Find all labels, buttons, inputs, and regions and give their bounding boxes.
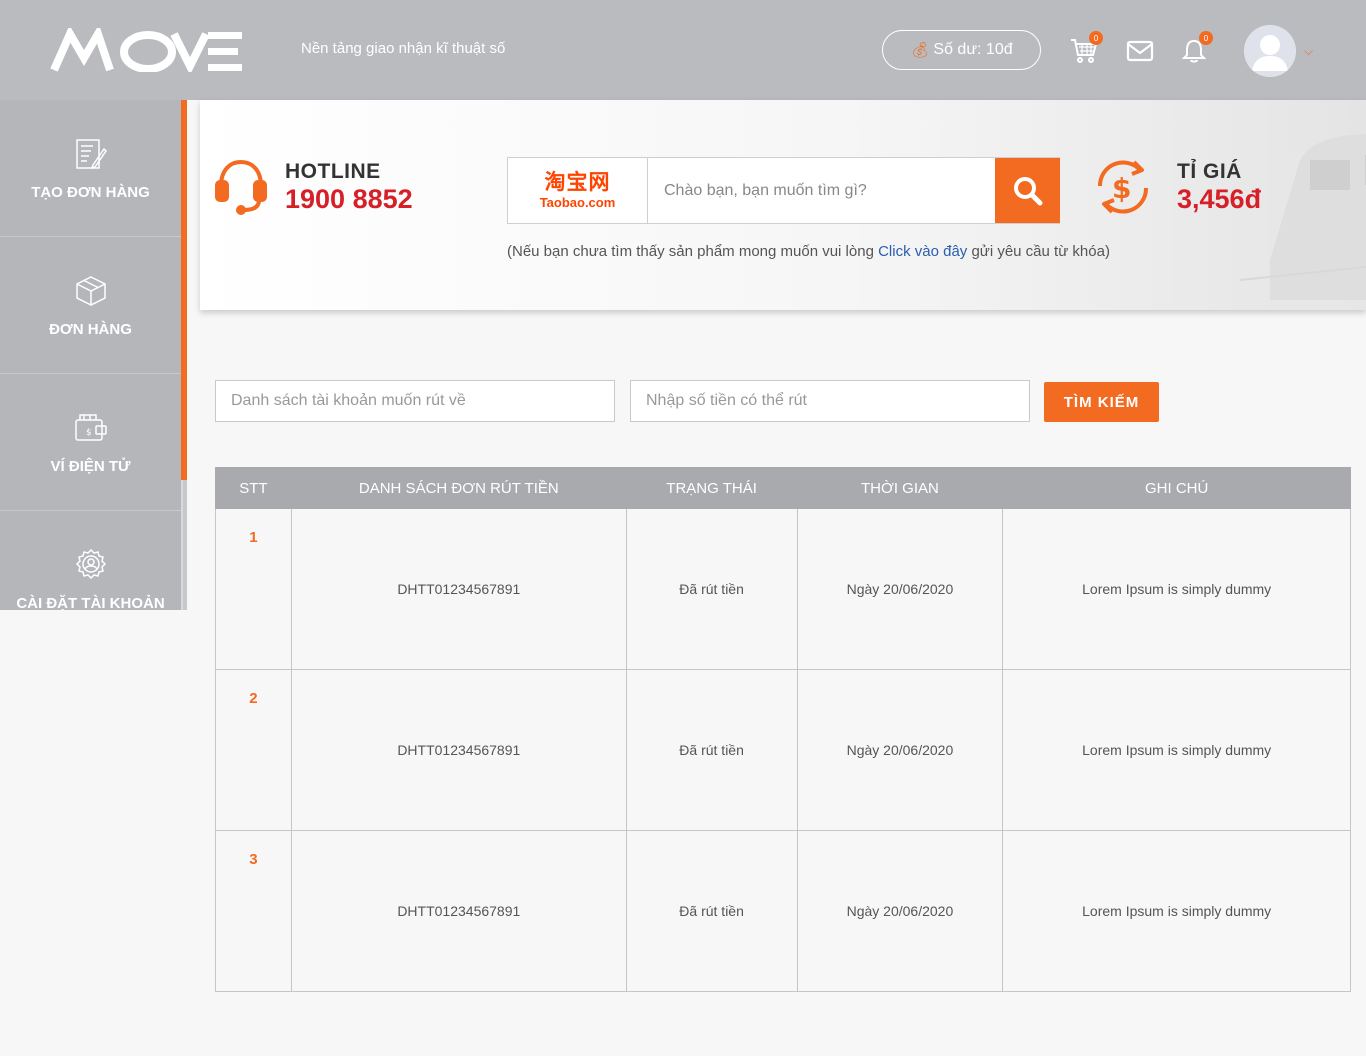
sidebar-item-label: TẠO ĐƠN HÀNG	[31, 184, 150, 201]
sidebar-accent-bar	[181, 100, 187, 480]
top-header: Nền tảng giao nhận kĩ thuật số 💰︎ Số dư:…	[0, 0, 1366, 100]
table-row[interactable]: 1 DHTT01234567891 Đã rút tiền Ngày 20/06…	[215, 508, 1351, 670]
sidebar-item-label: ĐƠN HÀNG	[49, 321, 132, 338]
table-header-row: STT DANH SÁCH ĐƠN RÚT TIỀN TRẠNG THÁI TH…	[215, 467, 1351, 509]
row-order-code[interactable]: DHTT01234567891	[290, 669, 627, 831]
product-search-input[interactable]	[649, 158, 995, 223]
svg-text:$: $	[86, 428, 92, 438]
chevron-down-icon[interactable]: ⌵	[1304, 44, 1313, 59]
row-status: Đã rút tiền	[625, 830, 798, 992]
search-hint: (Nếu bạn chưa tìm thấy sản phẩm mong muố…	[507, 243, 1110, 260]
balance-text: Số dư: 10đ	[933, 41, 1013, 58]
exchange-rate-value: 3,456đ	[1177, 184, 1262, 214]
sidebar-item-create-order[interactable]: TẠO ĐƠN HÀNG	[0, 100, 181, 237]
sidebar-item-wallet[interactable]: $ VÍ ĐIỆN TỬ	[0, 374, 181, 511]
search-icon	[1013, 176, 1042, 205]
row-stt: 1	[215, 508, 292, 670]
search-button[interactable]	[995, 158, 1060, 223]
exchange-rate-label: TỈ GIÁ	[1177, 160, 1242, 183]
table-row[interactable]: 2 DHTT01234567891 Đã rút tiền Ngày 20/06…	[215, 669, 1351, 831]
hint-text-after: gửi yêu cầu từ khóa)	[967, 243, 1110, 260]
user-avatar[interactable]	[1244, 25, 1296, 77]
hint-text-before: (Nếu bạn chưa tìm thấy sản phẩm mong muố…	[507, 243, 879, 260]
create-order-icon	[73, 136, 109, 172]
product-search-box: 淘宝网 Taobao.com	[507, 157, 1060, 224]
box-icon	[73, 273, 109, 309]
row-note: Lorem Ipsum is simply dummy	[1002, 508, 1351, 670]
row-time: Ngày 20/06/2020	[796, 508, 1004, 670]
column-header-orders: DANH SÁCH ĐƠN RÚT TIỀN	[290, 467, 627, 509]
amount-input[interactable]	[630, 380, 1030, 422]
sidebar-item-label: CÀI ĐẶT TÀI KHOẢN	[16, 595, 165, 610]
row-order-code[interactable]: DHTT01234567891	[290, 830, 627, 992]
row-status: Đã rút tiền	[625, 508, 798, 670]
balance-button[interactable]: 💰︎ Số dư: 10đ	[882, 30, 1041, 70]
account-settings-icon	[73, 547, 109, 583]
column-header-time: THỜI GIAN	[796, 467, 1004, 509]
money-bag-icon: 💰︎	[910, 42, 930, 59]
notification-badge: 0	[1199, 31, 1213, 45]
sidebar-item-label: VÍ ĐIỆN TỬ	[50, 458, 131, 475]
row-stt: 3	[215, 830, 292, 992]
filter-search-button[interactable]: TÌM KIẾM	[1044, 382, 1159, 422]
keyword-request-link[interactable]: Click vào đây	[878, 243, 967, 260]
row-status: Đã rút tiền	[625, 669, 798, 831]
cart-badge: 0	[1089, 31, 1103, 45]
hotline-label: HOTLINE	[285, 160, 381, 183]
hotline-number[interactable]: 1900 8852	[285, 184, 413, 215]
table-row[interactable]: 3 DHTT01234567891 Đã rút tiền Ngày 20/06…	[215, 830, 1351, 992]
sidebar-scrollbar[interactable]	[181, 480, 187, 610]
sidebar-item-orders[interactable]: ĐƠN HÀNG	[0, 237, 181, 374]
headset-icon	[214, 156, 268, 216]
column-header-status: TRẠNG THÁI	[625, 467, 798, 509]
column-header-note: GHI CHÚ	[1002, 467, 1351, 509]
bell-icon[interactable]: 0	[1179, 31, 1213, 66]
tagline: Nền tảng giao nhận kĩ thuật số	[301, 40, 506, 57]
mail-icon[interactable]	[1125, 36, 1155, 66]
row-order-code[interactable]: DHTT01234567891	[290, 508, 627, 670]
row-note: Lorem Ipsum is simply dummy	[1002, 669, 1351, 831]
row-stt: 2	[215, 669, 292, 831]
sidebar-item-account-settings[interactable]: CÀI ĐẶT TÀI KHOẢN	[0, 511, 181, 610]
taobao-logo-cn: 淘宝网	[544, 169, 611, 194]
taobao-logo[interactable]: 淘宝网 Taobao.com	[508, 158, 648, 223]
account-list-input[interactable]	[215, 380, 615, 422]
wallet-icon: $	[73, 410, 109, 446]
sidebar: TẠO ĐƠN HÀNG ĐƠN HÀNG $ VÍ ĐIỆN TỬ CÀI Đ…	[0, 100, 187, 610]
row-time: Ngày 20/06/2020	[796, 830, 1004, 992]
move-logo[interactable]	[50, 24, 242, 75]
withdrawal-table: STT DANH SÁCH ĐƠN RÚT TIỀN TRẠNG THÁI TH…	[215, 467, 1351, 992]
svg-text:$: $	[1112, 172, 1131, 205]
cart-icon[interactable]: 0	[1069, 31, 1103, 66]
row-time: Ngày 20/06/2020	[796, 669, 1004, 831]
row-note: Lorem Ipsum is simply dummy	[1002, 830, 1351, 992]
exchange-rate-icon: $	[1090, 156, 1156, 218]
taobao-logo-domain: Taobao.com	[539, 194, 616, 210]
column-header-stt: STT	[215, 467, 292, 509]
